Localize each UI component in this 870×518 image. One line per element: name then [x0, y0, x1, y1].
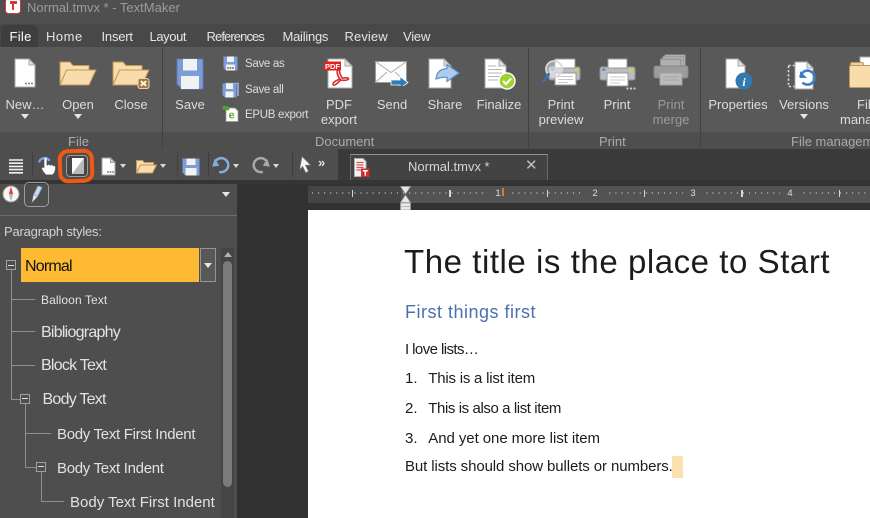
svg-text:PDF: PDF — [325, 62, 340, 71]
